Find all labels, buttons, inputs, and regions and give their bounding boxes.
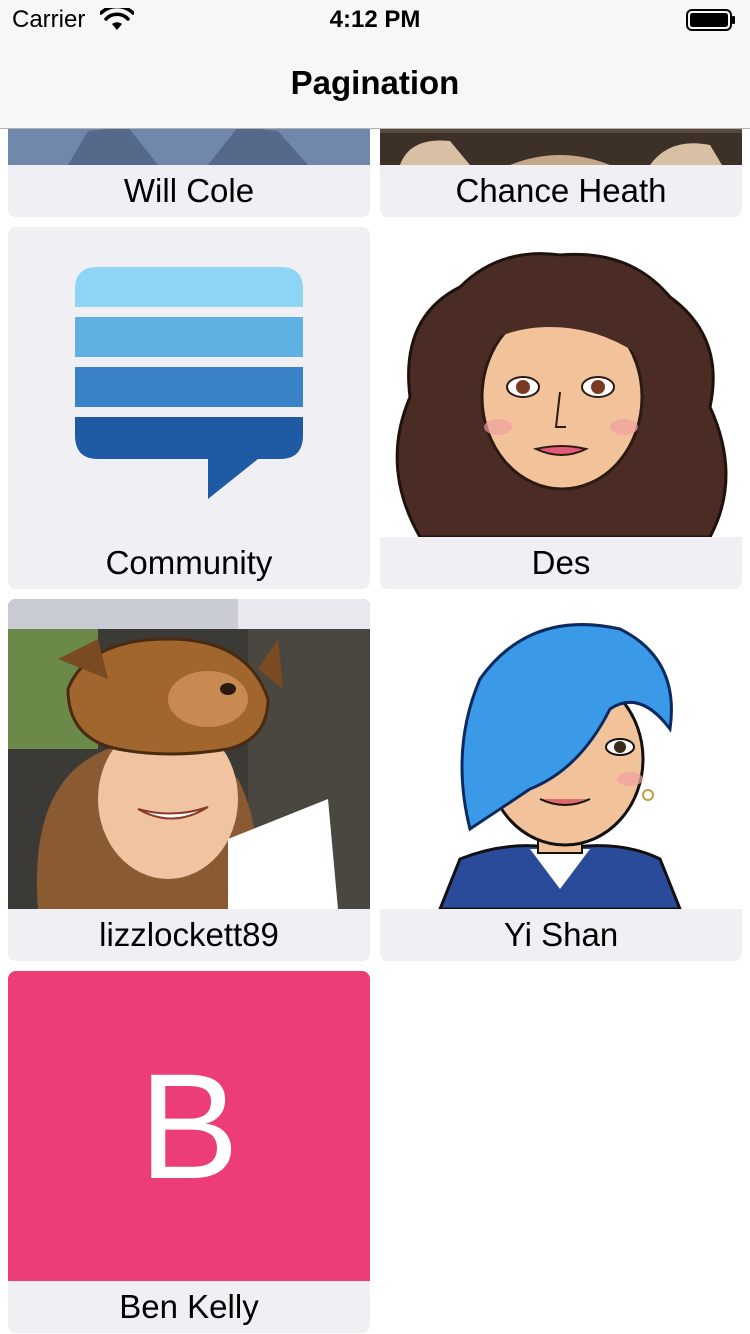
navigation-bar: Pagination bbox=[0, 40, 750, 129]
grid-cell-chance-heath[interactable]: Chance Heath bbox=[380, 129, 742, 217]
cell-name: Yi Shan bbox=[380, 909, 742, 961]
photo-woman-moose-hat-icon bbox=[8, 599, 370, 909]
grid-cell-ben-kelly[interactable]: B Ben Kelly bbox=[8, 971, 370, 1333]
cell-name: Des bbox=[380, 537, 742, 589]
grid-cell-des[interactable]: Des bbox=[380, 227, 742, 589]
clock: 4:12 PM bbox=[329, 6, 421, 33]
photo-man-icon bbox=[380, 129, 742, 165]
avatar-initial: B bbox=[138, 1042, 240, 1210]
cell-name: Ben Kelly bbox=[8, 1281, 370, 1333]
grid-cell-lizzlockett89[interactable]: lizzlockett89 bbox=[8, 599, 370, 961]
cell-name: Chance Heath bbox=[380, 165, 742, 217]
cell-name: Community bbox=[8, 537, 370, 589]
grid-cell-will-cole[interactable]: Will Cole bbox=[8, 129, 370, 217]
community-chat-icon bbox=[8, 227, 370, 537]
grid-cell-yi-shan[interactable]: Yi Shan bbox=[380, 599, 742, 961]
cell-name: Will Cole bbox=[8, 165, 370, 217]
grid-cell-community[interactable]: Community bbox=[8, 227, 370, 589]
cell-name: lizzlockett89 bbox=[8, 909, 370, 961]
page-title: Pagination bbox=[290, 64, 460, 101]
bitmoji-curly-hair-icon bbox=[380, 227, 742, 537]
avatar-grid[interactable]: Will Cole Chance Heath Community Des liz… bbox=[0, 129, 750, 1334]
battery-icon bbox=[686, 9, 735, 31]
status-bar: Carrier 4:12 PM bbox=[0, 0, 750, 40]
bitmoji-blue-hair-icon bbox=[380, 599, 742, 909]
photo-man-icon bbox=[8, 129, 370, 165]
letter-avatar-icon: B bbox=[8, 971, 370, 1281]
